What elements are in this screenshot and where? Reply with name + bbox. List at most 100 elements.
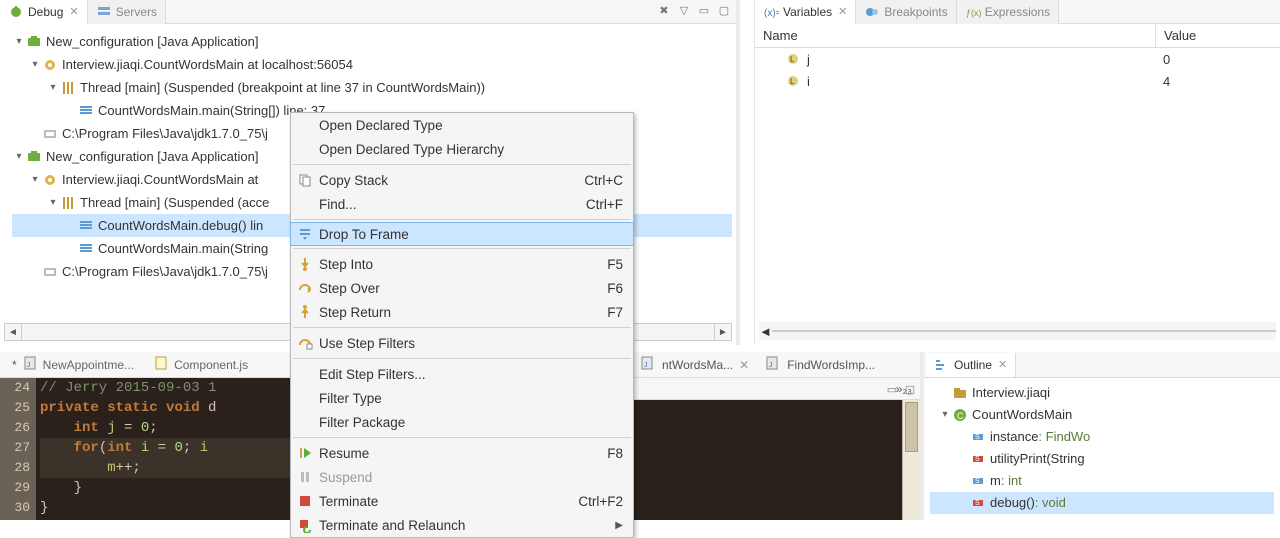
tab-label: ntWordsMa... (662, 358, 733, 372)
menu-item[interactable]: Drop To Frame (290, 222, 634, 246)
menu-item[interactable]: Open Declared Type Hierarchy (291, 137, 633, 161)
tab-ntwordsma[interactable]: J ntWordsMa... ✕ (632, 355, 757, 374)
menu-item-label: Step Into (319, 257, 595, 272)
menu-separator (293, 164, 631, 165)
scroll-right-icon[interactable]: ► (714, 323, 732, 341)
tab-label: NewAppointme... (43, 358, 134, 372)
scroll-left-icon[interactable]: ◄ (759, 324, 772, 339)
menu-item[interactable]: Step ReturnF7 (291, 300, 633, 324)
scroll-thumb[interactable] (905, 402, 918, 452)
menu-item[interactable]: Open Declared Type (291, 113, 633, 137)
outline-node[interactable]: ▾CCountWordsMain (930, 404, 1274, 426)
menu-item[interactable]: Terminate and Relaunch▶ (291, 513, 633, 537)
maximize-icon[interactable]: ▢ (716, 2, 732, 18)
process-icon (42, 126, 58, 142)
localvar-icon: L (785, 51, 801, 67)
column-value[interactable]: Value (1155, 24, 1280, 47)
outline-tree[interactable]: Interview.jiaqi▾CCountWordsMainSinstance… (924, 378, 1280, 520)
svg-text:C: C (957, 411, 964, 421)
node-label: CountWordsMain.main(String (98, 237, 268, 260)
outline-label: instance (990, 426, 1038, 448)
menu-item-label: Find... (319, 197, 574, 212)
svg-text:S: S (975, 434, 980, 441)
outline-node[interactable]: Interview.jiaqi (930, 382, 1274, 404)
tab-variables[interactable]: (x)= Variables ✕ (755, 0, 856, 24)
outline-label: Interview.jiaqi (972, 382, 1050, 404)
svg-text:S: S (975, 500, 980, 507)
line-gutter: 24252627282930 (0, 378, 36, 520)
twisty-icon[interactable]: ▾ (28, 168, 42, 191)
close-icon[interactable]: ✕ (739, 358, 749, 372)
debug-tree-node[interactable]: ▾Interview.jiaqi.CountWordsMain at local… (12, 53, 732, 76)
menu-item[interactable]: Filter Type (291, 386, 633, 410)
var-value: 0 (1155, 52, 1280, 67)
submenu-arrow-icon: ▶ (607, 520, 623, 531)
twisty-icon[interactable]: ▾ (12, 30, 26, 53)
tab-debug[interactable]: Debug ✕ (0, 0, 88, 24)
outline-label: m (990, 470, 1001, 492)
scroll-left-icon[interactable]: ◄ (4, 323, 22, 341)
outline-node[interactable]: SutilityPrint(String (930, 448, 1274, 470)
menu-accel: F6 (595, 281, 623, 296)
scroll-track[interactable] (772, 330, 1276, 332)
menu-item-label: Drop To Frame (319, 227, 623, 242)
outline-icon (934, 357, 950, 373)
outline-node[interactable]: Sm : int (930, 470, 1274, 492)
menu-item[interactable]: Find...Ctrl+F (291, 192, 633, 216)
horizontal-scrollbar[interactable]: ◄ (759, 322, 1276, 340)
menu-item[interactable]: Edit Step Filters... (291, 362, 633, 386)
outline-node[interactable]: Sdebug() : void (930, 492, 1274, 514)
menu-accel: Ctrl+F (574, 197, 623, 212)
menu-item[interactable]: Step OverF6 (291, 276, 633, 300)
editor-mid-body[interactable] (632, 400, 920, 520)
tab-newappointme[interactable]: J NewAppointme... (2, 352, 144, 377)
twisty-icon[interactable]: ▾ (938, 404, 952, 426)
process-icon (42, 264, 58, 280)
editors-area: J NewAppointme... Component.js 242526272… (0, 352, 1280, 520)
debug-tree-node[interactable]: ▾Thread [main] (Suspended (breakpoint at… (12, 76, 732, 99)
vertical-scrollbar[interactable] (902, 400, 920, 520)
variable-row[interactable]: Lj0 (755, 48, 1280, 70)
tab-expressions[interactable]: ƒ(x) Expressions (957, 0, 1059, 24)
twisty-icon[interactable]: ▾ (12, 145, 26, 168)
minimize-icon[interactable]: ▭ (696, 2, 712, 18)
tab-findwordsimp[interactable]: J FindWordsImp... (757, 355, 883, 374)
stackframe-icon (78, 241, 94, 257)
twisty-icon[interactable]: ▾ (28, 53, 42, 76)
tab-outline[interactable]: Outline ✕ (926, 353, 1016, 377)
menu-item[interactable]: Step IntoF5 (291, 252, 633, 276)
svg-text:S: S (975, 456, 980, 463)
tab-servers[interactable]: Servers (88, 0, 166, 24)
node-label: C:\Program Files\Java\jdk1.7.0_75\j (62, 260, 268, 283)
svg-text:L: L (790, 77, 795, 86)
menu-item[interactable]: Use Step Filters (291, 331, 633, 355)
twisty-icon[interactable]: ▾ (46, 191, 60, 214)
debug-tree-node[interactable]: ▾New_configuration [Java Application] (12, 30, 732, 53)
menu-item-label: Edit Step Filters... (319, 367, 623, 382)
variable-row[interactable]: Li4 (755, 70, 1280, 92)
maximize-icon[interactable]: ▢ (902, 381, 918, 397)
svg-text:ƒ(x): ƒ(x) (966, 8, 981, 18)
view-menu-icon[interactable]: ▽ (676, 2, 692, 18)
menu-item[interactable]: ResumeF8 (291, 441, 633, 465)
menu-item[interactable]: TerminateCtrl+F2 (291, 489, 633, 513)
node-label: C:\Program Files\Java\jdk1.7.0_75\j (62, 122, 268, 145)
tab-breakpoints[interactable]: Breakpoints (856, 0, 956, 24)
outline-node[interactable]: Sinstance : FindWo (930, 426, 1274, 448)
menu-item[interactable]: Filter Package (291, 410, 633, 434)
minimize-icon[interactable]: ▭ (884, 381, 900, 397)
method-s-icon: S (970, 495, 986, 511)
remove-terminated-icon[interactable]: ✖ (656, 2, 672, 18)
context-menu[interactable]: Open Declared TypeOpen Declared Type Hie… (290, 112, 634, 538)
close-icon[interactable]: ✕ (998, 358, 1007, 371)
column-name[interactable]: Name (755, 24, 1155, 47)
close-icon[interactable]: ✕ (838, 5, 847, 18)
close-icon[interactable]: ✕ (69, 5, 78, 18)
menu-item[interactable]: Copy StackCtrl+C (291, 168, 633, 192)
outline-tabbar: Outline ✕ (924, 352, 1280, 378)
menu-item-label: Suspend (319, 470, 623, 485)
tab-componentjs[interactable]: Component.js (144, 352, 258, 377)
bug-icon (8, 4, 24, 20)
variables-header: Name Value (755, 24, 1280, 48)
twisty-icon[interactable]: ▾ (46, 76, 60, 99)
